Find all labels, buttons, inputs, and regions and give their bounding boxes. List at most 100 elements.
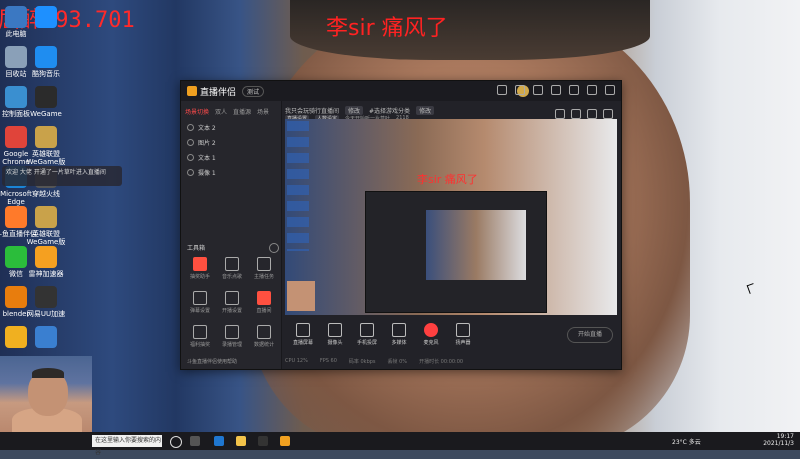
desktop-icon[interactable]: 酷狗音乐: [24, 46, 68, 78]
desktop-icon[interactable]: 英雄联盟 WeGame版: [24, 206, 68, 246]
leishen-icon: [35, 246, 57, 268]
layout-icon[interactable]: [587, 109, 597, 119]
skin-icon[interactable]: [533, 85, 543, 95]
share-icon[interactable]: [603, 109, 613, 119]
tool-icon: [193, 325, 207, 339]
eye-icon[interactable]: [187, 154, 194, 161]
camera-button[interactable]: 摄像头: [321, 321, 349, 346]
version-pill[interactable]: 测试: [242, 85, 265, 97]
edge-taskbar-icon[interactable]: [214, 436, 224, 446]
play-icon: [392, 323, 406, 337]
wegame-taskbar-icon[interactable]: [258, 436, 268, 446]
taskbar-search-input[interactable]: 在这里输入你要搜索的内容: [92, 435, 162, 456]
edit-category-button[interactable]: 修改: [416, 105, 435, 115]
cortana-icon[interactable]: [170, 436, 182, 448]
task-view-icon[interactable]: [190, 436, 200, 446]
edit-title-button[interactable]: 修改: [345, 105, 364, 115]
toolbox-item[interactable]: 开播设置: [217, 291, 247, 314]
lol-icon: [35, 126, 57, 148]
desktop-icon[interactable]: WeGame: [24, 86, 68, 118]
fps-status: FPS 60: [319, 358, 337, 364]
source-item[interactable]: 文本 2: [181, 120, 281, 135]
record-icon[interactable]: [555, 109, 565, 119]
toolbox-item[interactable]: 录播管理: [217, 325, 247, 348]
camera-label: 摄像头: [327, 340, 343, 346]
tab-dual[interactable]: 双人: [215, 107, 227, 116]
tool-label: 弹幕设置: [189, 308, 210, 314]
douyu-taskbar-icon[interactable]: [280, 436, 290, 446]
weather-widget[interactable]: 23°C 多云: [672, 437, 701, 446]
tool-icon: [257, 325, 271, 339]
toolbox-item[interactable]: 直播间: [249, 291, 279, 314]
app-logo-icon: [187, 86, 197, 96]
desktop-icon-label: 穿越火线: [32, 190, 60, 198]
source-label: 文本 1: [198, 155, 216, 162]
kugou-icon: [35, 46, 57, 68]
wegame-icon: [35, 86, 57, 108]
source-item[interactable]: 摄像 1: [181, 165, 281, 180]
toolbox-settings-icon[interactable]: [269, 243, 279, 253]
eye-icon[interactable]: [187, 169, 194, 176]
toolbox-item[interactable]: 抽奖助手: [185, 257, 215, 280]
tool-label: 福利抽奖: [189, 342, 210, 348]
tool-icon: [257, 257, 271, 271]
settings-icon[interactable]: [497, 85, 507, 95]
tab-scene[interactable]: 场景: [257, 107, 269, 116]
close-icon[interactable]: [605, 85, 615, 95]
start-stream-button[interactable]: 开始直播: [567, 327, 613, 343]
tool-icon: [193, 257, 207, 271]
eye-icon[interactable]: [187, 139, 194, 146]
source-list: 文本 2 图片 2 文本 1 摄像 1: [181, 120, 281, 180]
source-item[interactable]: 文本 1: [181, 150, 281, 165]
toolbox-item[interactable]: 主播任务: [249, 257, 279, 280]
screen-capture-label: 直播屏幕: [292, 340, 313, 346]
toolbox-item[interactable]: 数据统计: [249, 325, 279, 348]
screenshot-icon[interactable]: [571, 109, 581, 119]
desktop-icon[interactable]: 英雄联盟 WeGame版: [24, 126, 68, 166]
menu-icon[interactable]: [551, 85, 561, 95]
maximize-icon[interactable]: [587, 85, 597, 95]
desktop-icon[interactable]: [24, 326, 68, 350]
preview-toolbar: [555, 109, 613, 119]
chat-notice: 欢迎 大佬 开通了一片草叶进入直播间: [2, 166, 122, 186]
phone-cast-button[interactable]: 手机投屏: [353, 321, 381, 346]
window-controls: [497, 85, 615, 95]
source-label: 文本 2: [198, 125, 216, 132]
file-explorer-icon[interactable]: [236, 436, 246, 446]
desktop-icon-label: 此电脑: [5, 30, 27, 38]
streaming-app-window[interactable]: 直播伴侣 测试 场景切换 双人 直播源 场景 文本 2 图片 2 文本 1 摄像…: [180, 80, 622, 370]
toolbox-item[interactable]: 福利抽奖: [185, 325, 215, 348]
source-label: 图片 2: [198, 140, 216, 147]
screen-capture-button[interactable]: 直播屏幕: [289, 321, 317, 346]
minimize-icon[interactable]: [569, 85, 579, 95]
desktop-icon[interactable]: [24, 6, 68, 30]
speaker-icon: [456, 323, 470, 337]
tool-label: 音乐点歌: [221, 274, 242, 280]
help-link[interactable]: 斗鱼直播伴侣使用帮助: [187, 358, 237, 365]
app2-icon: [35, 326, 57, 348]
toolbox-item[interactable]: 音乐点歌: [217, 257, 247, 280]
source-item[interactable]: 图片 2: [181, 135, 281, 150]
message-icon[interactable]: [515, 85, 525, 95]
tool-label: 录播管理: [221, 342, 242, 348]
desktop-icon[interactable]: 雷神加速器: [24, 246, 68, 278]
preview-nested-preview: [426, 210, 526, 280]
tool-label: 开播设置: [221, 308, 242, 314]
camera-thumbnail: [0, 356, 92, 438]
speaker-button[interactable]: 扬声器: [449, 321, 477, 346]
preview-nested-app: [365, 191, 547, 313]
microphone-button[interactable]: 麦克风: [417, 321, 445, 346]
media-button[interactable]: 多媒体: [385, 321, 413, 346]
clock[interactable]: 19:17 2021/11/3: [763, 433, 794, 447]
clock-date: 2021/11/3: [763, 440, 794, 447]
stream-preview[interactable]: 李sir 痛风了: [285, 119, 617, 315]
eye-icon[interactable]: [187, 124, 194, 131]
tab-scene-switch[interactable]: 场景切换: [185, 107, 209, 116]
desktop-icon[interactable]: 网易UU加速: [24, 286, 68, 318]
tab-source[interactable]: 直播源: [233, 107, 251, 116]
app-titlebar[interactable]: 直播伴侣 测试: [181, 81, 621, 101]
cpu-status: CPU 12%: [285, 358, 308, 364]
app-name: 直播伴侣: [200, 87, 237, 98]
toolbox-item[interactable]: 弹幕设置: [185, 291, 215, 314]
tool-icon: [225, 257, 239, 271]
